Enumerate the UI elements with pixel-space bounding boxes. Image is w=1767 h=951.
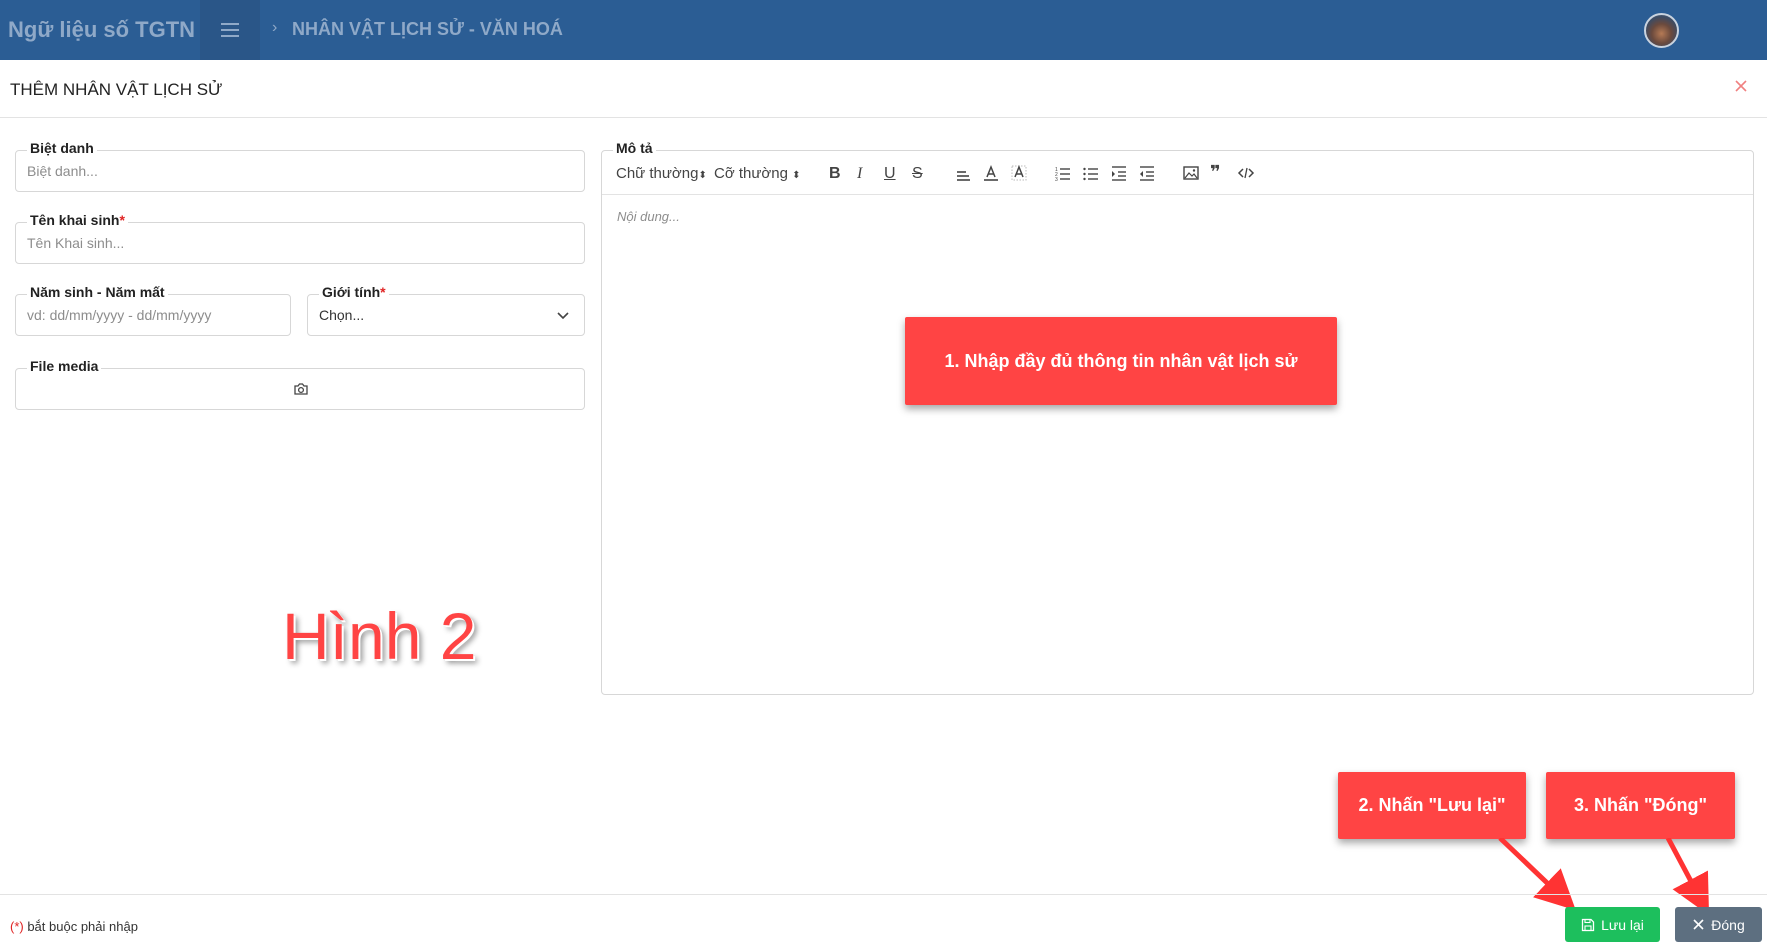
font-size-select[interactable]: Cỡ thường ⬍ (714, 165, 800, 182)
media-label: File media (27, 358, 102, 374)
modal-header: THÊM NHÂN VẬT LỊCH SỬ (0, 60, 1767, 118)
code-icon[interactable] (1237, 164, 1255, 182)
image-icon[interactable] (1182, 164, 1200, 182)
text-color-icon[interactable] (982, 164, 1000, 182)
menu-toggle-button[interactable] (200, 0, 260, 60)
required-note: (*) bắt buộc phải nhập (10, 919, 138, 934)
years-input[interactable]: vd: dd/mm/yyyy - dd/mm/yyyy (15, 294, 291, 336)
editor-toolbar: Chữ thường⬍ Cỡ thường ⬍ B I U S 123 ❞ (602, 151, 1753, 195)
align-icon[interactable] (954, 164, 972, 182)
app-brand[interactable]: Ngữ liệu số TGTN (0, 0, 200, 60)
nickname-input[interactable]: Biệt danh... (15, 150, 585, 192)
blockquote-icon[interactable]: ❞ (1210, 162, 1221, 183)
camera-icon[interactable] (293, 382, 309, 396)
chevron-right-icon: › (272, 19, 278, 36)
x-icon (1693, 919, 1704, 930)
callout-step2: 2. Nhấn "Lưu lại" (1338, 772, 1526, 839)
gender-select-value: Chọn... (319, 307, 365, 323)
indent-icon[interactable] (1110, 164, 1128, 182)
breadcrumb[interactable]: NHÂN VẬT LỊCH SỬ - VĂN HOÁ (292, 19, 563, 40)
birth-name-input[interactable]: Tên Khai sinh... (15, 222, 585, 264)
save-button[interactable]: Lưu lại (1565, 907, 1660, 942)
user-avatar[interactable] (1644, 13, 1679, 48)
bullet-list-icon[interactable] (1082, 164, 1100, 182)
birth-name-label: Tên khai sinh* (27, 212, 128, 228)
save-icon (1581, 918, 1595, 931)
save-button-label: Lưu lại (1601, 916, 1644, 933)
close-icon[interactable] (1733, 78, 1749, 94)
hamburger-icon (221, 21, 239, 39)
close-button[interactable]: Đóng (1675, 907, 1762, 942)
gender-label: Giới tính* (319, 284, 389, 300)
modal-title: THÊM NHÂN VẬT LỊCH SỬ (10, 80, 223, 99)
media-upload-field[interactable] (15, 368, 585, 410)
editor-placeholder: Nội dung... (617, 209, 680, 224)
strikethrough-icon[interactable]: S (912, 165, 923, 183)
nickname-label: Biệt danh (27, 140, 97, 156)
birth-name-placeholder: Tên Khai sinh... (27, 235, 125, 251)
callout-step3: 3. Nhấn "Đóng" (1546, 772, 1735, 839)
outdent-icon[interactable] (1138, 164, 1156, 182)
top-navbar: Ngữ liệu số TGTN › NHÂN VẬT LỊCH SỬ - VĂ… (0, 0, 1767, 60)
modal-footer (0, 894, 1767, 951)
chevron-down-icon (557, 312, 569, 320)
figure-label: Hình 2 (282, 599, 477, 673)
background-color-icon[interactable] (1010, 164, 1028, 182)
bold-icon[interactable]: B (829, 165, 841, 183)
years-placeholder: vd: dd/mm/yyyy - dd/mm/yyyy (27, 307, 212, 323)
gender-select[interactable]: Chọn... (307, 294, 585, 336)
callout-step1: 1. Nhập đầy đủ thông tin nhân vật lịch s… (905, 317, 1337, 405)
underline-icon[interactable]: U (884, 165, 896, 183)
close-button-label: Đóng (1711, 916, 1745, 933)
description-label: Mô tả (613, 140, 656, 156)
years-label: Năm sinh - Năm mất (27, 284, 168, 300)
ordered-list-icon[interactable]: 123 (1054, 164, 1072, 182)
italic-icon[interactable]: I (857, 165, 862, 183)
svg-text:3: 3 (1055, 177, 1058, 182)
nickname-placeholder: Biệt danh... (27, 163, 98, 179)
description-editor: Chữ thường⬍ Cỡ thường ⬍ B I U S 123 ❞ Nộ… (601, 150, 1754, 695)
font-style-select[interactable]: Chữ thường⬍ (616, 165, 707, 182)
